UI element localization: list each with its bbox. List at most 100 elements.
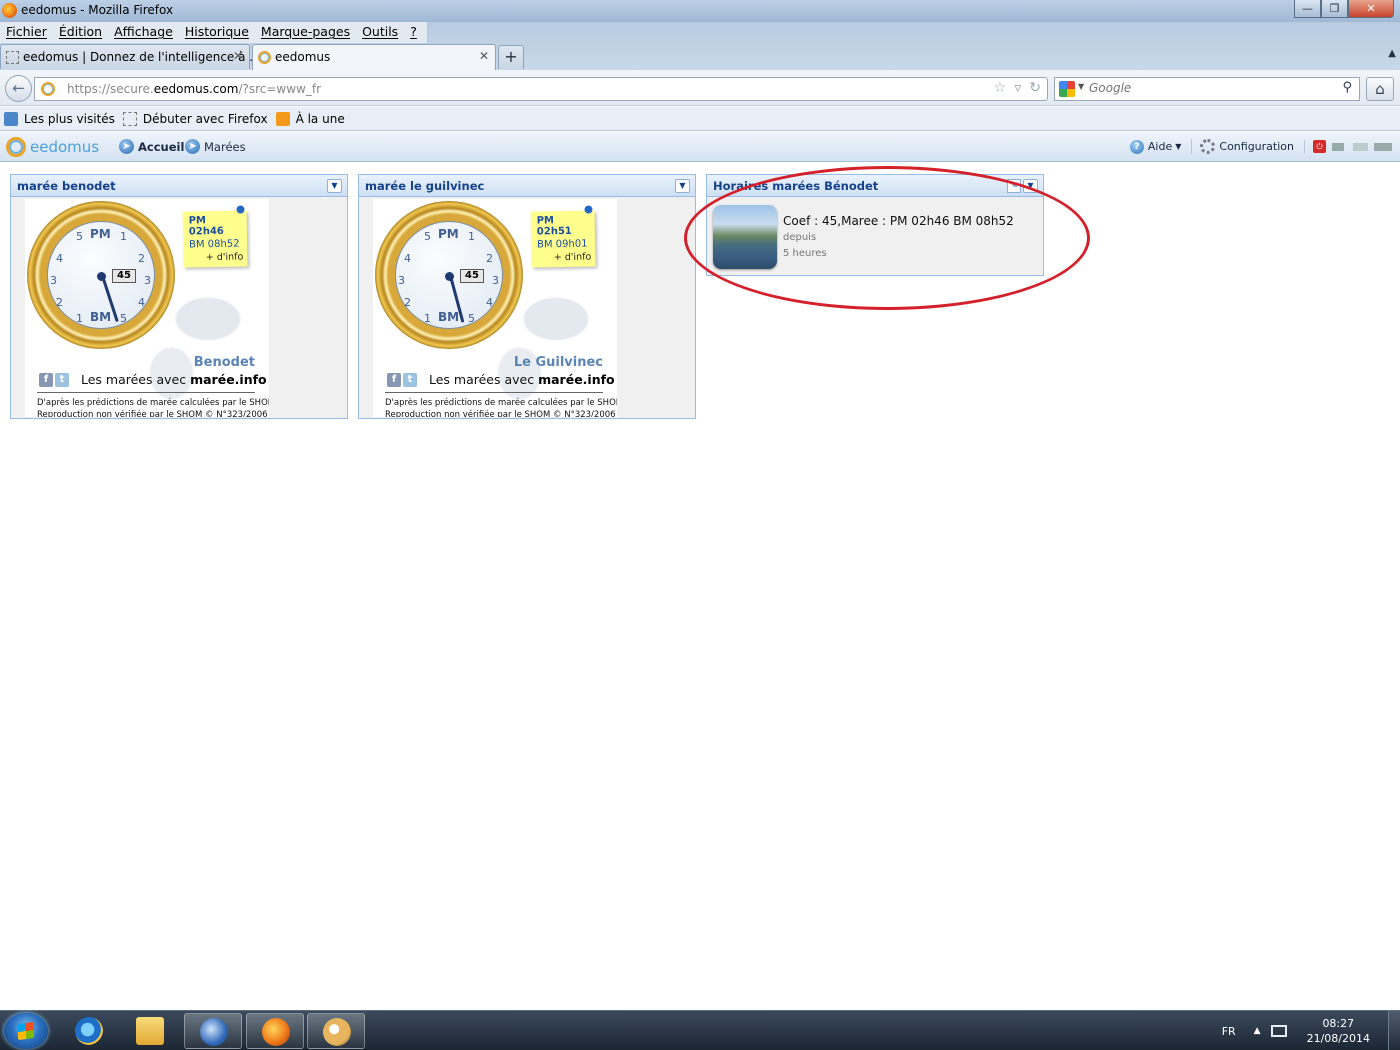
reload-icon[interactable]: ↻ bbox=[1029, 80, 1041, 96]
help-label: Aide bbox=[1147, 140, 1173, 153]
tab-close-icon[interactable]: ✕ bbox=[233, 49, 243, 63]
menu-affichage[interactable]: Affichage bbox=[108, 22, 179, 43]
site-identity-icon[interactable] bbox=[41, 82, 55, 96]
low-tide-time: BM 08h52 bbox=[189, 238, 240, 251]
taskbar-paint[interactable] bbox=[307, 1013, 365, 1049]
coefficient-box: 45 bbox=[460, 269, 484, 283]
tab-strip: eedomus | Donnez de l'intelligence à ...… bbox=[0, 44, 524, 70]
url-bar[interactable]: https://secure.eedomus.com/?src=www_fr ☆… bbox=[34, 77, 1048, 101]
window-titlebar: eedomus - Mozilla Firefox — ❐ ✕ bbox=[0, 0, 1400, 22]
taskbar-internet-explorer[interactable] bbox=[60, 1013, 118, 1049]
google-engine-icon[interactable] bbox=[1059, 81, 1075, 97]
firefox-icon bbox=[2, 3, 17, 18]
harbour-photo bbox=[713, 205, 777, 269]
show-hidden-icons-icon[interactable]: ▲ bbox=[1254, 1026, 1261, 1036]
tab-list-arrow-icon[interactable]: ▲ bbox=[1388, 48, 1396, 59]
chevron-down-icon: ▼ bbox=[1175, 142, 1182, 151]
menu-help[interactable]: ? bbox=[404, 22, 423, 43]
back-button[interactable]: ← bbox=[5, 75, 32, 102]
coef-content[interactable]: Coef : 45,Maree : PM 02h46 BM 08h52 depu… bbox=[713, 205, 1039, 269]
help-menu[interactable]: ? Aide ▼ bbox=[1122, 139, 1182, 154]
new-tab-button[interactable]: + bbox=[498, 45, 524, 69]
tab-close-icon[interactable]: ✕ bbox=[479, 49, 489, 63]
bookmark-getting-started[interactable]: Débuter avec Firefox bbox=[122, 111, 268, 126]
network-icon[interactable] bbox=[1270, 1025, 1287, 1037]
bookmark-star-icon[interactable]: ☆ bbox=[994, 80, 1007, 96]
clock-date: 21/08/2014 bbox=[1306, 1032, 1370, 1045]
twitter-icon[interactable]: t bbox=[403, 373, 417, 387]
pushpin-icon bbox=[584, 205, 593, 214]
engine-dropdown-icon[interactable]: ▼ bbox=[1078, 82, 1084, 91]
collapse-button[interactable]: ▼ bbox=[1023, 179, 1038, 193]
window-title: eedomus - Mozilla Firefox bbox=[21, 3, 174, 17]
blank-page-icon bbox=[122, 111, 137, 126]
collapse-button[interactable]: ▼ bbox=[327, 179, 342, 193]
rss-icon bbox=[275, 111, 290, 126]
firefox-icon bbox=[262, 1018, 290, 1046]
search-input[interactable] bbox=[1089, 81, 1329, 95]
language-indicator[interactable]: FR bbox=[1222, 1025, 1236, 1038]
edit-icon[interactable]: ✎ bbox=[1007, 179, 1021, 193]
taskbar-firefox[interactable] bbox=[246, 1013, 304, 1049]
menu-marque-pages[interactable]: Marque-pages bbox=[255, 22, 356, 43]
dial-hub bbox=[445, 272, 454, 281]
home-button[interactable]: ⌂ bbox=[1366, 77, 1394, 101]
tide-times-note[interactable]: PM 02h51 BM 09h01 + d'info bbox=[530, 205, 596, 268]
more-info-link[interactable]: + d'info bbox=[537, 252, 592, 264]
dial-bm-label: BM bbox=[90, 310, 112, 324]
dial-bm-label: BM bbox=[438, 310, 460, 324]
collapse-button[interactable]: ▼ bbox=[675, 179, 690, 193]
taskbar-explorer[interactable] bbox=[121, 1013, 179, 1049]
bookmark-news[interactable]: À la une bbox=[275, 111, 345, 126]
windows-taskbar: FR ▲ 08:27 21/08/2014 bbox=[0, 1010, 1400, 1050]
facebook-icon[interactable]: f bbox=[387, 373, 401, 387]
nav-accueil[interactable]: ➤ Accueil bbox=[119, 139, 184, 154]
window-controls: — ❐ ✕ bbox=[1294, 0, 1394, 19]
menu-outils[interactable]: Outils bbox=[356, 22, 404, 43]
nav-marees[interactable]: ➤ Marées bbox=[185, 139, 246, 154]
credit-line[interactable]: Les marées avec marée.info bbox=[429, 372, 615, 387]
minimize-button[interactable]: — bbox=[1294, 0, 1321, 18]
menu-historique[interactable]: Historique bbox=[179, 22, 255, 43]
facebook-icon[interactable]: f bbox=[39, 373, 53, 387]
start-button[interactable] bbox=[4, 1013, 48, 1049]
coefficient-box: 45 bbox=[112, 269, 136, 283]
config-label: Configuration bbox=[1219, 140, 1294, 153]
clock[interactable]: 08:27 21/08/2014 bbox=[1307, 1016, 1370, 1046]
help-icon: ? bbox=[1129, 139, 1144, 154]
windows-logo-icon bbox=[18, 1021, 34, 1041]
search-icon[interactable]: ⚲ bbox=[1342, 80, 1352, 95]
dial-pm-label: PM bbox=[438, 227, 459, 241]
show-desktop-button[interactable] bbox=[1388, 1011, 1400, 1050]
taskbar-thunderbird[interactable] bbox=[184, 1013, 242, 1049]
menu-edition[interactable]: Édition bbox=[53, 22, 108, 43]
tide-times-note[interactable]: PM 02h46 BM 08h52 + d'info bbox=[182, 205, 248, 268]
url-text[interactable]: https://secure.eedomus.com/?src=www_fr bbox=[67, 82, 321, 96]
tab-eedomus[interactable]: eedomus ✕ bbox=[252, 44, 496, 70]
menu-fichier[interactable]: Fichier bbox=[0, 22, 53, 43]
tide-widget[interactable]: PM 5 1 4 2 3 3 2 4 1 5 BM 45 PM 02h51 BM… bbox=[373, 199, 617, 417]
widget-title: marée le guilvinec bbox=[365, 179, 485, 193]
shom-notice: D'après les prédictions de marée calculé… bbox=[37, 398, 269, 417]
tide-widget[interactable]: PM 5 1 4 2 3 3 2 4 1 5 BM 45 PM 02h46 BM… bbox=[25, 199, 269, 417]
close-window-button[interactable]: ✕ bbox=[1348, 0, 1394, 18]
maximize-button[interactable]: ❐ bbox=[1321, 0, 1348, 18]
bookmark-most-visited[interactable]: Les plus visités bbox=[4, 111, 115, 126]
search-bar[interactable]: ▼ ⚲ bbox=[1054, 77, 1360, 101]
credit-line[interactable]: Les marées avec marée.info bbox=[81, 372, 267, 387]
system-tray: FR ▲ 08:27 21/08/2014 bbox=[1222, 1011, 1400, 1050]
widget-header: Horaires marées Bénodet ✎ ▼ bbox=[707, 175, 1043, 197]
more-info-link[interactable]: + d'info bbox=[189, 252, 244, 264]
menubar: Fichier Édition Affichage Historique Mar… bbox=[0, 22, 428, 43]
tab-eedomus-home[interactable]: eedomus | Donnez de l'intelligence à ...… bbox=[0, 44, 261, 69]
eedomus-logo[interactable]: eedomus bbox=[6, 137, 99, 157]
twitter-icon[interactable]: t bbox=[55, 373, 69, 387]
user-menu[interactable]: ⏻ bbox=[1304, 140, 1392, 153]
internet-explorer-icon bbox=[75, 1017, 103, 1045]
widget-horaires-marees-benodet: Horaires marées Bénodet ✎ ▼ Coef : 45,Ma… bbox=[706, 174, 1044, 276]
porthole-clock: PM 5 1 4 2 3 3 2 4 1 5 BM 45 bbox=[27, 201, 175, 349]
shom-notice: D'après les prédictions de marée calculé… bbox=[385, 398, 617, 417]
configuration-link[interactable]: Configuration bbox=[1191, 139, 1294, 154]
dial-pm-label: PM bbox=[90, 227, 111, 241]
history-dropdown-icon[interactable]: ▿ bbox=[1014, 80, 1021, 96]
